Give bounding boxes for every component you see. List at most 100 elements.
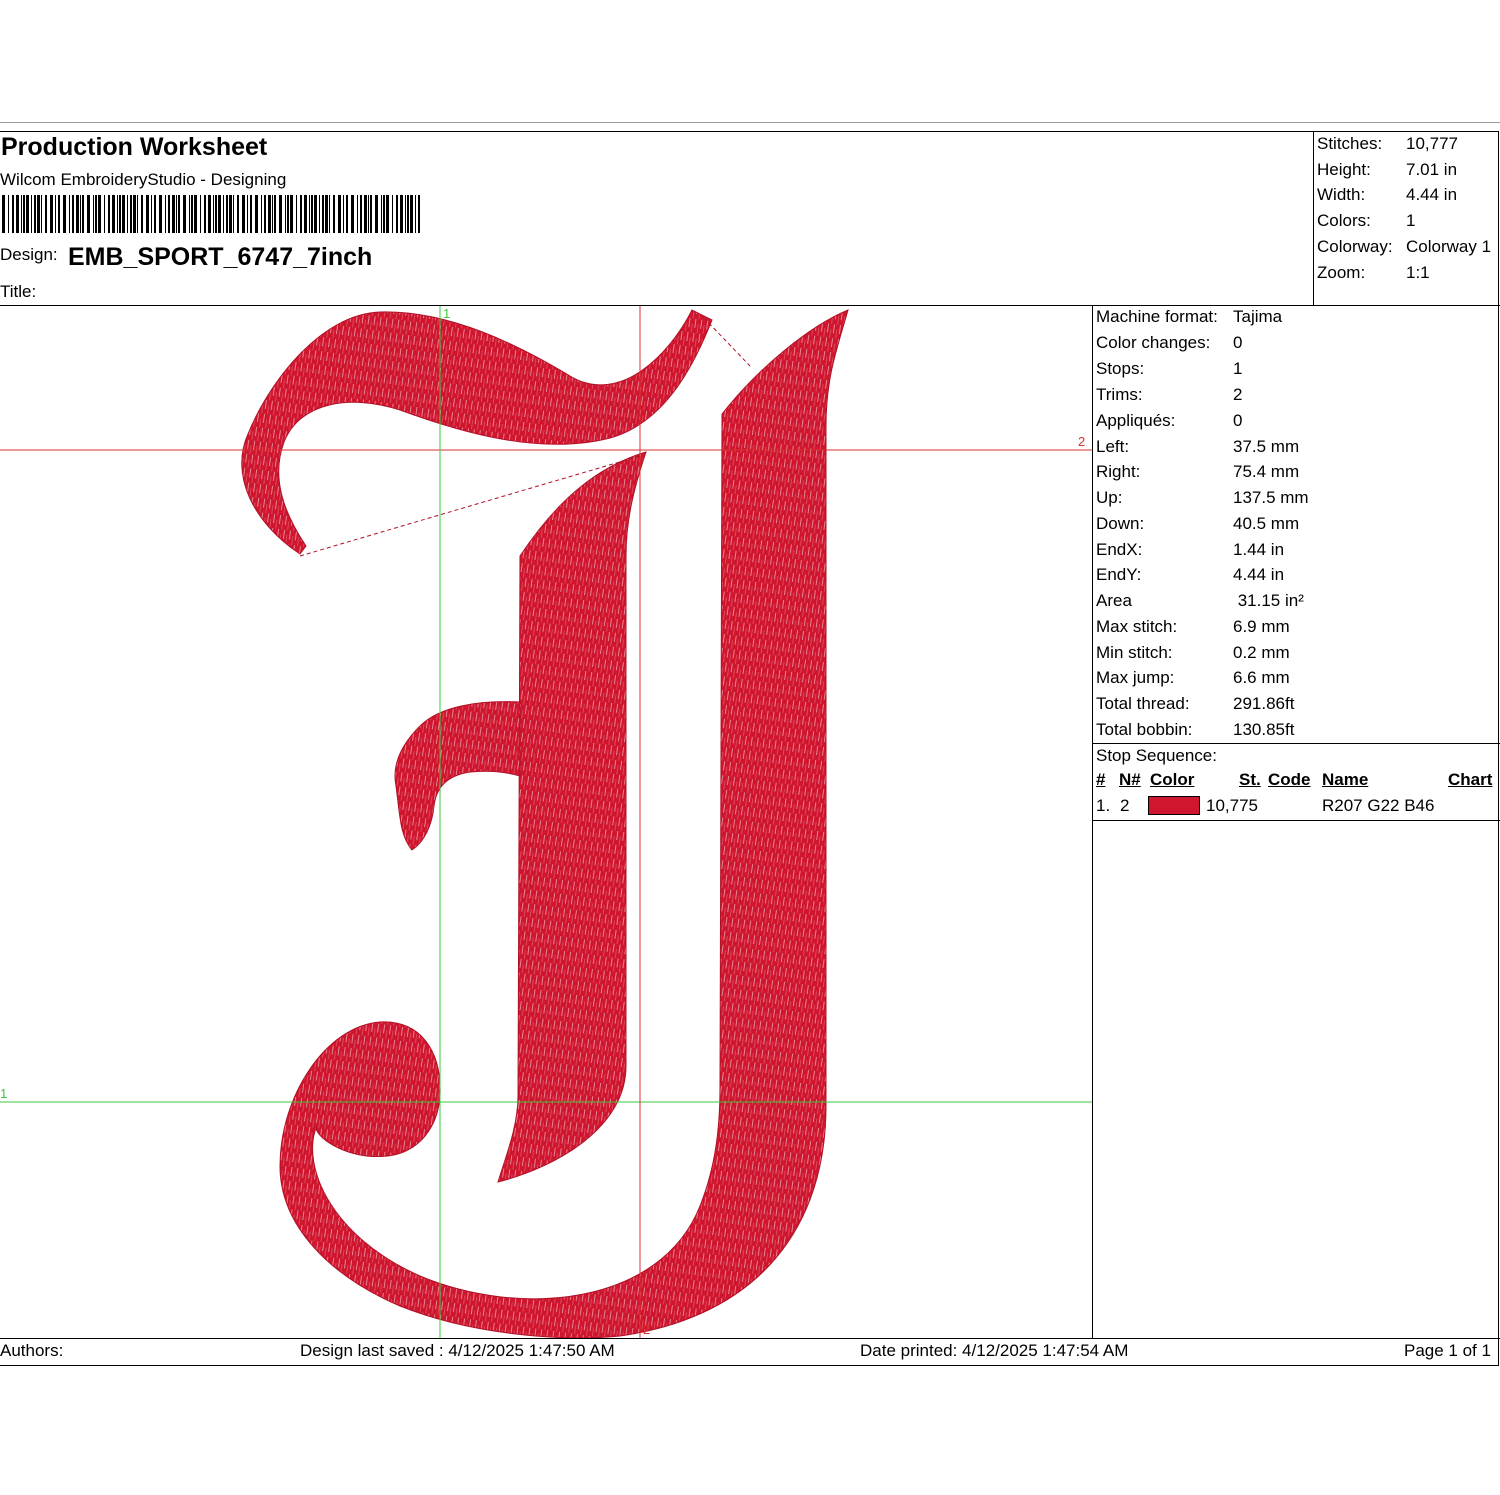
barcode-bar	[189, 195, 190, 233]
barcode-bar	[229, 195, 232, 233]
col-header-stitches: St.	[1239, 770, 1261, 789]
barcode-bar	[296, 195, 297, 233]
footer-date-printed: Date printed: 4/12/2025 1:47:54 AM	[860, 1341, 1129, 1360]
barcode-bar	[319, 195, 320, 233]
barcode-bar	[194, 195, 197, 233]
barcode-bar	[208, 195, 211, 233]
col-header-needle: N#	[1119, 770, 1141, 789]
detail-total-bobbin: Total bobbin: 130.85ft	[1096, 720, 1294, 740]
detail-label: Total thread:	[1096, 694, 1190, 713]
barcode-bar	[178, 195, 180, 233]
barcode-bar	[2, 195, 5, 233]
barcode-bar	[250, 195, 252, 233]
barcode-bar	[255, 195, 258, 233]
barcode-bar	[368, 195, 369, 233]
guide-label-vertical-green: 1	[443, 306, 450, 321]
col-header-chart: Chart	[1448, 770, 1493, 789]
barcode-bar	[405, 195, 406, 233]
barcode-bar	[141, 195, 143, 233]
barcode-bar	[268, 195, 271, 233]
barcode-bar	[133, 195, 136, 233]
detail-value: 291.86ft	[1233, 694, 1295, 713]
letter-j-embroidery	[241, 309, 849, 1338]
stat-label: Height:	[1317, 160, 1371, 179]
detail-total-thread: Total thread: 291.86ft	[1096, 694, 1294, 714]
barcode-bar	[215, 195, 217, 233]
detail-value: 0	[1233, 411, 1243, 430]
detail-right: Right: 75.4 mm	[1096, 462, 1299, 482]
stat-label: Width:	[1317, 185, 1366, 204]
detail-label: Right:	[1096, 462, 1141, 481]
guide-label-red: 2	[1078, 434, 1085, 449]
detail-value: 1.44 in	[1233, 540, 1285, 559]
row-needle: 2	[1120, 796, 1130, 815]
barcode-bar	[117, 195, 118, 233]
barcode-bar	[223, 195, 224, 233]
barcode-bar	[93, 195, 94, 233]
detail-label: Stops:	[1096, 359, 1145, 378]
barcode-bar	[76, 195, 79, 233]
barcode-bar	[290, 195, 293, 233]
detail-value: 37.5 mm	[1233, 437, 1300, 456]
detail-trims: Trims: 2	[1096, 385, 1242, 405]
barcode-bar	[343, 195, 344, 233]
barcode-bar	[82, 195, 84, 233]
barcode-bar	[351, 195, 354, 233]
barcode-bar	[41, 195, 42, 233]
barcode-bar	[287, 195, 289, 233]
barcode-bar	[95, 195, 97, 233]
barcode-bar	[325, 195, 328, 233]
barcode-bar	[274, 195, 276, 233]
app-subtitle: Wilcom EmbroideryStudio - Designing	[0, 170, 287, 189]
detail-value: Tajima	[1233, 307, 1283, 326]
row-stitches: 10,775	[1206, 796, 1258, 815]
detail-label: Left:	[1096, 437, 1130, 456]
stat-width: Width: 4.44 in	[1317, 185, 1457, 205]
barcode-bar	[204, 195, 206, 233]
col-header-code: Code	[1268, 770, 1311, 789]
stat-colorway: Colorway: Colorway 1	[1317, 237, 1491, 257]
barcode-bar	[309, 195, 310, 233]
stat-height: Height: 7.01 in	[1317, 160, 1457, 180]
detail-value: 75.4 mm	[1233, 462, 1300, 481]
barcode-bar	[34, 195, 36, 233]
color-swatch	[1148, 796, 1200, 815]
stat-label: Stitches:	[1317, 134, 1383, 153]
barcode-bar	[55, 195, 56, 233]
stat-colors: Colors: 1	[1317, 211, 1415, 231]
barcode-bar	[69, 195, 70, 233]
barcode-bar	[151, 195, 152, 233]
barcode-bar	[172, 195, 175, 233]
footer-divider	[0, 1338, 1500, 1339]
stat-stitches: Stitches: 10,777	[1317, 134, 1458, 154]
page-title: Production Worksheet	[1, 133, 268, 161]
design-preview: 2 1 2 1	[0, 306, 1092, 1338]
detail-label: Max stitch:	[1096, 617, 1178, 636]
barcode-bar	[104, 195, 105, 233]
barcode-bar	[159, 195, 162, 233]
barcode-bar	[165, 195, 166, 233]
stat-label: Colorway:	[1317, 237, 1393, 256]
barcode-bar	[357, 195, 358, 233]
guide-label-vertical-red: 2	[643, 1322, 650, 1337]
detail-label: Trims:	[1096, 385, 1143, 404]
detail-left: Left: 37.5 mm	[1096, 437, 1299, 457]
barcode-bar	[26, 195, 29, 233]
detail-value: 0	[1233, 333, 1243, 352]
barcode-bar	[386, 195, 389, 233]
barcode-bar	[183, 195, 186, 233]
barcode-bar	[58, 195, 60, 233]
barcode-bar	[370, 195, 372, 233]
footer-authors: Authors:	[0, 1341, 64, 1360]
barcode-bar	[21, 195, 22, 233]
detail-value: 40.5 mm	[1233, 514, 1300, 533]
detail-label: Color changes:	[1096, 333, 1211, 352]
guide-label-green: 1	[0, 1086, 7, 1101]
detail-label: Appliqués:	[1096, 411, 1176, 430]
detail-label: Total bobbin:	[1096, 720, 1193, 739]
detail-label: Min stitch:	[1096, 643, 1173, 662]
detail-label: Area	[1096, 591, 1132, 610]
col-header-index: #	[1096, 770, 1106, 789]
detail-machine-format: Machine format: Tajima	[1096, 307, 1282, 327]
barcode-bar	[261, 195, 262, 233]
